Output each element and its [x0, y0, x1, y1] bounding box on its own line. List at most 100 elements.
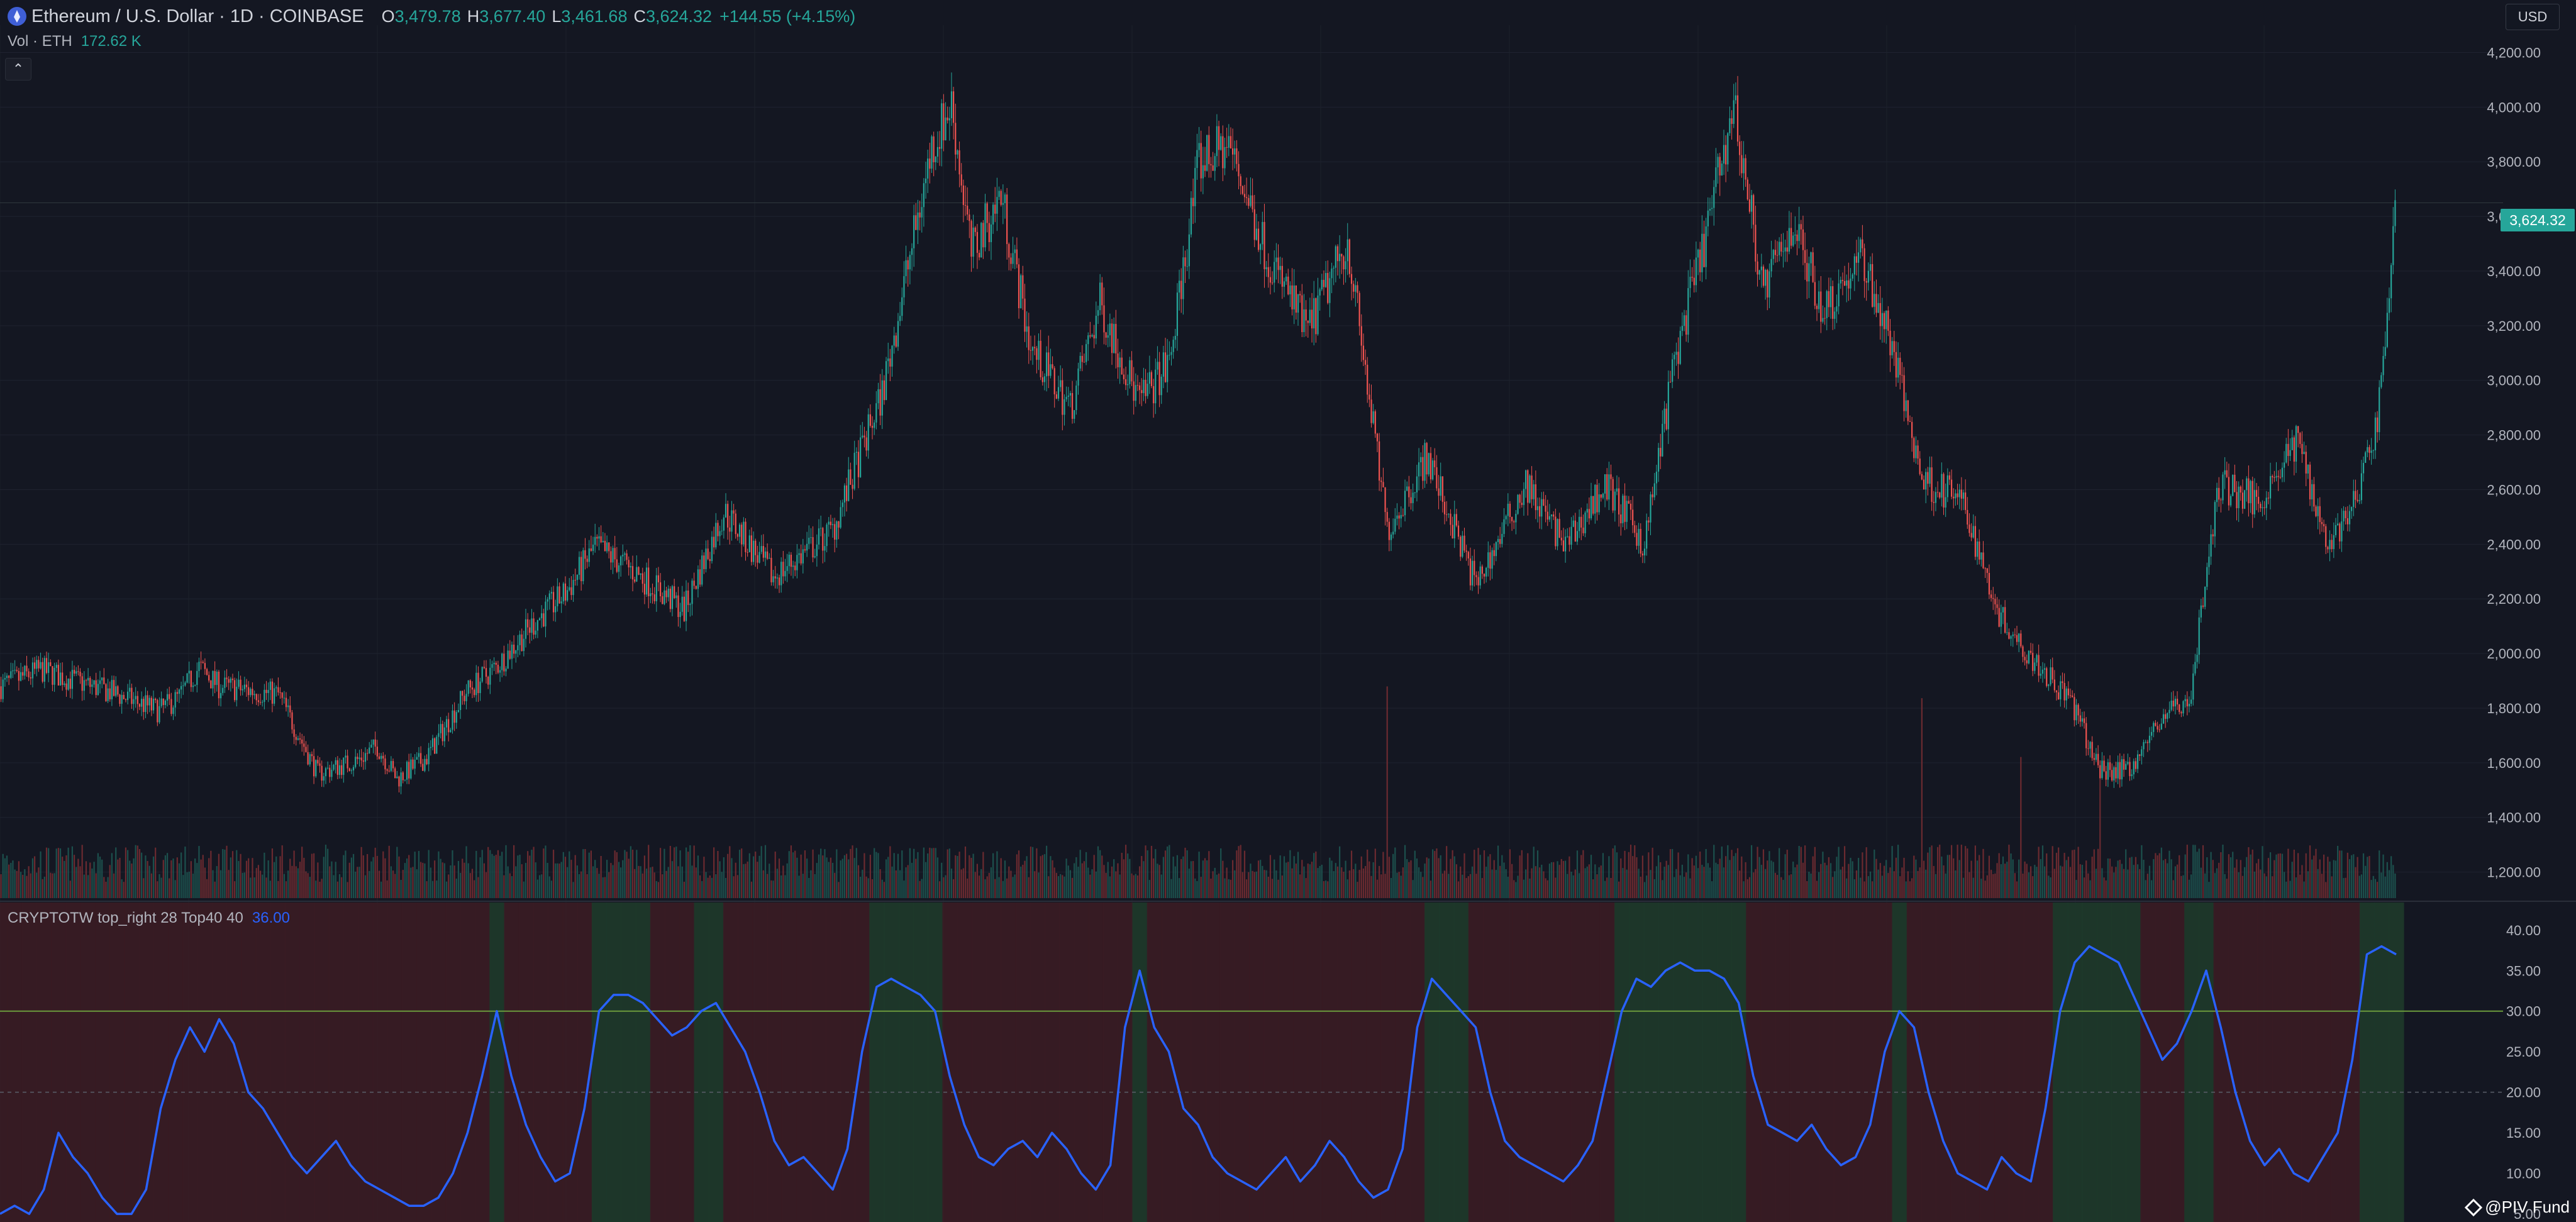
- volume-bar: [259, 870, 262, 898]
- candle: [1608, 474, 1610, 500]
- candle: [1028, 326, 1030, 350]
- indicator-zone: [1512, 903, 1528, 1222]
- candle: [113, 680, 115, 696]
- candle: [782, 562, 784, 577]
- candle: [1469, 558, 1472, 586]
- candle: [695, 586, 697, 589]
- candle: [2036, 655, 2038, 663]
- volume-bar: [2029, 866, 2032, 898]
- candle: [311, 754, 313, 757]
- volume-bar: [2301, 865, 2303, 898]
- volume-bar: [2172, 880, 2174, 898]
- volume-bar: [2214, 873, 2216, 898]
- candle: [1858, 252, 1860, 263]
- volume-bar: [715, 874, 717, 898]
- candle: [1396, 515, 1398, 519]
- volume-bar: [2109, 858, 2111, 898]
- candle: [1962, 492, 1965, 499]
- volume-bar: [250, 877, 252, 898]
- volume-bar: [477, 877, 479, 898]
- candle: [2337, 523, 2339, 525]
- volume-bar: [1238, 846, 1240, 898]
- indicator-zone: [2184, 903, 2200, 1222]
- volume-bar: [1802, 862, 1804, 898]
- candle: [1804, 250, 1806, 264]
- volume-bar: [1612, 848, 1614, 898]
- candle: [1772, 250, 1774, 259]
- volume-bar: [1614, 845, 1616, 898]
- volume-bar: [762, 870, 764, 898]
- candle: [707, 548, 709, 559]
- candle: [2303, 452, 2305, 454]
- indicator-zone: [884, 903, 899, 1222]
- candle: [2143, 742, 2145, 750]
- volume-bar: [569, 851, 570, 898]
- candle: [1743, 158, 1745, 174]
- candle: [2060, 681, 2062, 699]
- volume-bar: [1808, 872, 1810, 898]
- indicator-zone: [387, 903, 402, 1222]
- candle: [1946, 475, 1948, 497]
- candle: [1196, 150, 1198, 169]
- candle: [2048, 684, 2050, 686]
- candle: [691, 580, 693, 604]
- volume-bar: [95, 873, 97, 898]
- candle: [830, 521, 832, 526]
- indicator-zone: [1921, 903, 1937, 1222]
- candle: [723, 517, 724, 531]
- currency-button[interactable]: USD: [2506, 4, 2560, 30]
- volume-bar: [594, 860, 596, 898]
- candle: [1232, 148, 1234, 155]
- candle: [1784, 247, 1786, 252]
- candle: [1883, 313, 1885, 330]
- volume-bar: [1367, 849, 1368, 898]
- collapse-legend-button[interactable]: ⌃: [5, 58, 31, 81]
- symbol-title[interactable]: Ethereum / U.S. Dollar · 1D · COINBASE: [31, 6, 364, 27]
- candle: [1436, 467, 1438, 489]
- volume-bar: [1495, 870, 1497, 898]
- volume-bar: [1862, 852, 1863, 898]
- volume-bar: [1768, 851, 1770, 898]
- volume-bar: [1105, 872, 1107, 898]
- volume-bar: [293, 850, 295, 898]
- candle: [891, 345, 893, 367]
- volume-bar: [2226, 879, 2228, 898]
- volume-bar: [828, 862, 830, 898]
- volume-bar: [2329, 861, 2331, 898]
- volume-bar: [778, 858, 780, 898]
- volume-bar: [1131, 873, 1133, 898]
- ethereum-icon[interactable]: [8, 7, 26, 26]
- candle: [169, 694, 170, 699]
- candle: [2365, 452, 2367, 463]
- candle: [355, 757, 357, 767]
- volume-bar: [327, 848, 329, 898]
- volume-legend[interactable]: Vol · ETH 172.62 K: [8, 33, 142, 50]
- volume-bar: [2058, 847, 2060, 898]
- candle: [1612, 479, 1614, 511]
- candle: [2170, 700, 2172, 710]
- volume-bar: [1620, 858, 1622, 898]
- volume-bar: [1683, 877, 1685, 898]
- volume-bar: [634, 869, 636, 898]
- volume-bar: [499, 855, 501, 898]
- volume-bar: [1588, 864, 1590, 898]
- candle: [464, 696, 465, 701]
- candle: [1250, 195, 1252, 206]
- candle: [674, 586, 675, 599]
- candle: [588, 548, 590, 562]
- volume-bar: [845, 853, 848, 898]
- candle: [2323, 524, 2325, 526]
- volume-bar: [2293, 850, 2295, 898]
- indicator-legend[interactable]: CRYPTOTW top_right 28 Top40 40 36.00: [8, 909, 290, 927]
- candle: [2107, 762, 2109, 780]
- candle: [1188, 234, 1190, 267]
- candle: [594, 536, 596, 545]
- volume-bar: [745, 864, 747, 898]
- volume-bar: [2229, 857, 2232, 898]
- chart-canvas[interactable]: 4,200.004,000.003,800.003,600.003,400.00…: [0, 0, 2576, 1222]
- candle: [972, 227, 974, 257]
- volume-bar: [1297, 852, 1299, 898]
- volume-bar: [2180, 875, 2182, 898]
- candle: [1792, 235, 1794, 246]
- candle: [1416, 476, 1418, 492]
